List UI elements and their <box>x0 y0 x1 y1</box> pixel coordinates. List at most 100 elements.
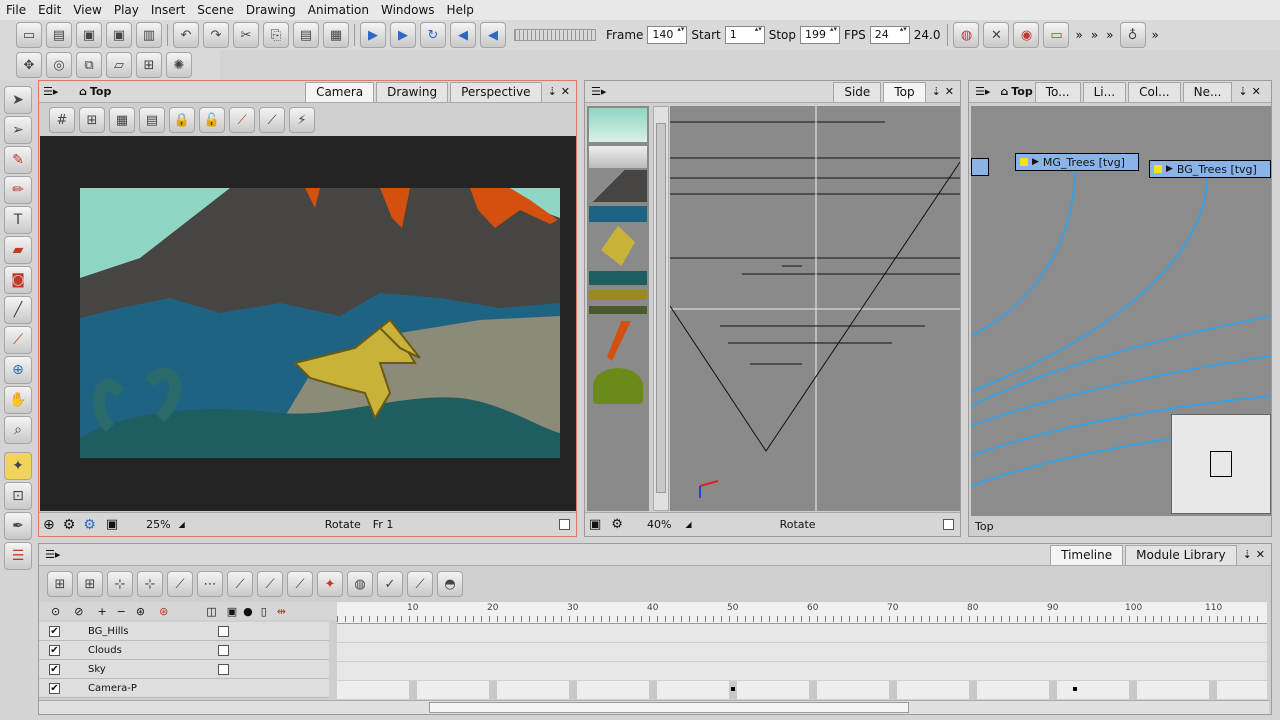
node-expand-icon[interactable]: ▶ <box>1166 164 1173 174</box>
remove-keyframe-icon[interactable]: ⊹ <box>137 571 163 597</box>
table-icon[interactable]: ▤ <box>139 107 165 133</box>
thumbnail-sky[interactable] <box>589 108 647 142</box>
menu-windows[interactable]: Windows <box>375 0 441 20</box>
layer-row-camera-peg[interactable]: ✔ Camera-P <box>39 679 329 698</box>
copy-icon[interactable]: ⎘ <box>263 22 289 48</box>
render-icon[interactable]: ◉ <box>1013 22 1040 48</box>
fps-field[interactable]: 24 <box>869 25 910 44</box>
contour-editor-icon[interactable]: ➢ <box>4 116 32 144</box>
menu-view[interactable]: View <box>67 0 107 20</box>
layer-name[interactable]: BG_Hills <box>88 626 218 637</box>
render-mode-icon[interactable]: ⚙ <box>611 517 623 532</box>
node-expand-icon[interactable]: ▶ <box>1032 157 1039 167</box>
checkbox-icon[interactable] <box>943 519 954 530</box>
render-mode-icon[interactable]: ⚙ <box>63 517 76 533</box>
pencil-icon[interactable]: ✏ <box>4 176 32 204</box>
new-scene-icon[interactable]: ▭ <box>16 22 42 48</box>
pin-icon[interactable]: ⇣ <box>1243 548 1252 561</box>
thumbnail-mg-trees[interactable] <box>589 271 647 285</box>
hand-icon[interactable]: ✋ <box>4 386 32 414</box>
thumbnail-clouds[interactable] <box>589 146 647 168</box>
text-icon[interactable]: T <box>4 206 32 234</box>
thumbnail-volcano[interactable] <box>589 170 647 202</box>
cut-icon[interactable]: ✂ <box>233 22 259 48</box>
lock-icon[interactable]: 🔒 <box>169 107 195 133</box>
ruler-icon[interactable]: ⟋ <box>229 107 255 133</box>
undo-icon[interactable]: ↶ <box>173 22 199 48</box>
close-icon[interactable]: ✕ <box>561 85 570 98</box>
tools-icon[interactable]: ✕ <box>983 22 1010 48</box>
node-mg-trees[interactable]: ▶ MG_Trees [tvg] <box>1015 153 1139 171</box>
save-all-icon[interactable]: ▥ <box>136 22 162 48</box>
scroll-thumb[interactable] <box>656 123 666 493</box>
onion-icon[interactable]: ◍ <box>347 571 373 597</box>
eraser-icon[interactable]: ▰ <box>4 236 32 264</box>
select-icon[interactable]: ➤ <box>4 86 32 114</box>
tab-timeline[interactable]: Timeline <box>1050 544 1124 565</box>
tab-camera[interactable]: Camera <box>305 81 375 102</box>
playback-speed-slider[interactable] <box>514 29 596 41</box>
lightbulb-icon[interactable]: ♁ <box>1119 22 1146 48</box>
node-navigator[interactable] <box>1171 414 1271 514</box>
navigator-frame[interactable] <box>1210 451 1232 477</box>
sound-icon[interactable]: ◀ <box>450 22 476 48</box>
layer-row-sky[interactable]: ✔ Sky <box>39 660 329 679</box>
library-icon[interactable]: ▦ <box>323 22 349 48</box>
menu-animation[interactable]: Animation <box>302 0 375 20</box>
mute-icon[interactable]: ◀ <box>480 22 506 48</box>
checkbox-icon[interactable] <box>559 519 570 530</box>
render-preview-icon[interactable]: ◓ <box>437 571 463 597</box>
pivot-icon[interactable]: ⊕ <box>4 356 32 384</box>
pin-icon[interactable]: ⇣ <box>548 85 557 98</box>
tab-network[interactable]: Ne... <box>1182 81 1233 102</box>
onion-skin-icon[interactable]: ◍ <box>953 22 980 48</box>
layer-visible-checkbox[interactable]: ✔ <box>49 625 60 637</box>
layer-prop-icon[interactable]: ⊛ <box>136 605 145 618</box>
safe-area-icon[interactable]: ⊞ <box>79 107 105 133</box>
solo-icon[interactable]: ● <box>243 605 253 618</box>
thumbnail-palm[interactable] <box>593 368 643 404</box>
crop-icon[interactable]: ⊡ <box>4 482 32 510</box>
menu-file[interactable]: File <box>0 0 32 20</box>
lock-all-icon[interactable]: ⊘ <box>74 605 83 618</box>
preview-mode-icon[interactable]: ▣ <box>106 517 118 532</box>
view-menu-icon[interactable]: ☰▸ <box>43 85 65 98</box>
preview-mode-icon[interactable]: ▣ <box>589 517 601 532</box>
transform-icon[interactable]: ✥ <box>16 52 42 78</box>
add-layer-icon[interactable]: + <box>97 605 106 618</box>
line-icon[interactable]: ╱ <box>4 296 32 324</box>
tab-tool-properties[interactable]: To... <box>1034 81 1081 102</box>
display-icon[interactable]: ◫ <box>206 605 216 618</box>
menu-scene[interactable]: Scene <box>191 0 240 20</box>
add-peg-icon[interactable]: ⊞ <box>77 571 103 597</box>
paste-icon[interactable]: ▤ <box>293 22 319 48</box>
layer-colour-icon[interactable]: ⊛ <box>159 605 168 618</box>
top-view-canvas[interactable] <box>670 106 960 511</box>
home-icon[interactable]: ⌂ <box>1000 85 1008 98</box>
menu-help[interactable]: Help <box>441 0 480 20</box>
view-menu-icon[interactable]: ☰▸ <box>975 85 990 98</box>
close-icon[interactable]: ✕ <box>945 85 954 98</box>
save-icon[interactable]: ▣ <box>76 22 102 48</box>
layer-row-clouds[interactable]: ✔ Clouds <box>39 641 329 660</box>
toolbar-more-icon[interactable]: » <box>1075 28 1082 42</box>
extend-exposure-icon[interactable]: ⟋ <box>287 571 313 597</box>
layer-visible-checkbox[interactable]: ✔ <box>49 644 60 656</box>
view-menu-icon[interactable]: ☰▸ <box>591 85 606 98</box>
save-as-icon[interactable]: ▣ <box>106 22 132 48</box>
toolbar-more-icon[interactable]: » <box>1152 28 1159 42</box>
camera-zoom-readout[interactable]: 25% <box>146 518 170 531</box>
zoom-dropdown-icon[interactable]: ◢ <box>179 520 185 529</box>
brush-icon[interactable]: ✎ <box>4 146 32 174</box>
show-all-icon[interactable]: ⊙ <box>51 605 60 618</box>
tab-top[interactable]: Top <box>883 81 926 102</box>
play-icon[interactable]: ▶ <box>360 22 386 48</box>
stop-field[interactable]: 199 <box>800 25 840 44</box>
frame-field[interactable]: 140 <box>647 25 688 44</box>
thumbnail-bg-trees[interactable] <box>589 206 647 222</box>
checkmark-icon[interactable]: ✓ <box>377 571 403 597</box>
loop-icon[interactable]: ↻ <box>420 22 446 48</box>
skew-icon[interactable]: ▱ <box>106 52 132 78</box>
range-icon[interactable]: ⇹ <box>277 605 286 618</box>
lock-all-icon[interactable]: 🔓 <box>199 107 225 133</box>
